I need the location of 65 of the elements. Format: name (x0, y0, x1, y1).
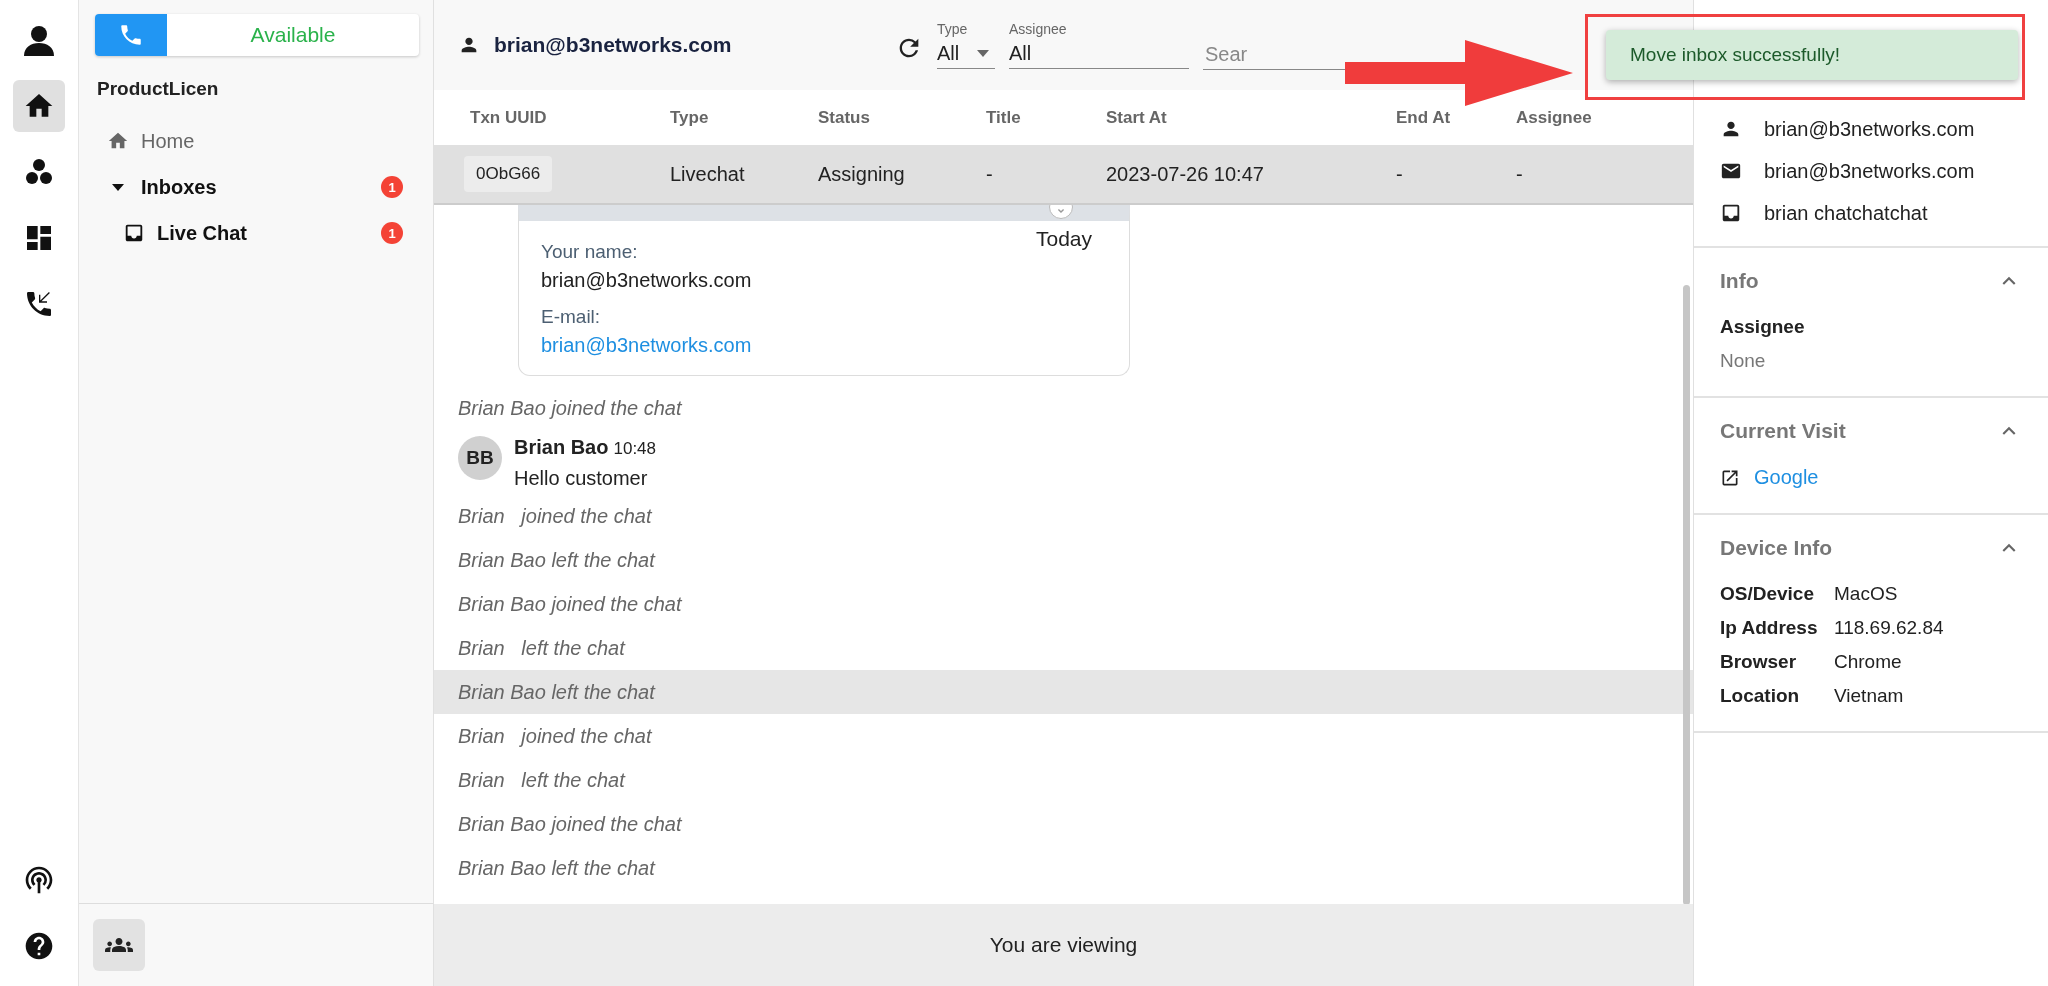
table-cell-text: - (1396, 162, 1404, 186)
table-row[interactable]: 0ObG66 Livechat Assigning - 2023-07-26 10:47 - - (434, 145, 1693, 205)
column-header: Txn UUID (470, 107, 548, 128)
field-value: Chrome (1834, 651, 1903, 673)
user-email: brian@b3networks.com (494, 33, 732, 57)
id-chip: 0ObG66 (464, 156, 553, 192)
count-badge: 1 (381, 222, 403, 244)
filter-label: Assignee (1009, 21, 1068, 37)
circles-icon[interactable] (24, 157, 54, 187)
caret-icon (977, 50, 989, 57)
email-link[interactable]: brian@b3networks.com (541, 334, 752, 357)
nav-item[interactable]: Inboxes 1 (79, 164, 433, 210)
nav-item[interactable]: Home (79, 118, 433, 164)
message-time: 10:48 (613, 439, 656, 458)
field-value: Vietnam (1834, 685, 1905, 707)
field-label: Browser (1720, 651, 1798, 673)
workspace-title: ProductLicen (97, 78, 220, 100)
contact-text: brian chatchatchat (1764, 201, 1928, 225)
field-label: Ip Address (1720, 617, 1819, 639)
table-cell-text: Assigning (818, 162, 906, 186)
phone-icon (118, 22, 144, 48)
form-value: brian@b3networks.com (541, 269, 752, 292)
column-header: Type (670, 107, 710, 128)
field-label: Assignee (1720, 316, 1806, 338)
nav-item[interactable]: Live Chat 1 (79, 210, 433, 256)
column-header: Start At (1106, 107, 1168, 128)
user-avatar-icon[interactable] (22, 23, 56, 57)
section-title: Current Visit (1720, 419, 1846, 443)
help-icon[interactable] (23, 930, 55, 962)
count-badge: 1 (381, 176, 403, 198)
table-cell-text: - (1516, 162, 1524, 186)
section-title: Info (1720, 269, 1759, 293)
team-button[interactable] (93, 919, 145, 971)
table-cell-text: - (986, 162, 994, 186)
field-label: Location (1720, 685, 1801, 707)
field-label: OS/Device (1720, 583, 1815, 605)
filter-field[interactable]: All (1009, 39, 1189, 69)
column-header: Title (986, 107, 1022, 128)
caret-down-icon (112, 183, 124, 191)
inbox-icon (123, 222, 145, 244)
section-title: Device Info (1720, 536, 1833, 560)
antenna-icon[interactable] (23, 864, 55, 896)
field-value: None (1720, 350, 1767, 372)
filter-field[interactable]: All (937, 39, 995, 69)
table-cell-text: 2023-07-26 10:47 (1106, 162, 1265, 186)
filter-label: Type (937, 21, 969, 37)
column-header: Assignee (1516, 107, 1593, 128)
table-cell-text: Livechat (670, 162, 746, 186)
contact-text: brian@b3networks.com (1764, 159, 1975, 183)
scrollbar[interactable] (1683, 285, 1690, 904)
column-header: Status (818, 107, 871, 128)
column-header: End At (1396, 107, 1452, 128)
contact-text: brian@b3networks.com (1764, 117, 1975, 141)
field-value: MacOS (1834, 583, 1899, 605)
form-label: E-mail: (541, 306, 601, 328)
form-label: Your name: (541, 241, 638, 263)
success-toast: Move inbox successfully! (1606, 30, 2018, 80)
author-name: Brian Bao (514, 436, 609, 458)
inbox-icon (1720, 202, 1742, 224)
avatar: BB (458, 436, 502, 480)
field-value: 118.69.62.84 (1834, 617, 1945, 639)
viewing-bar: You are viewing (434, 904, 1693, 986)
event-row: Brian Bao left the chat (434, 670, 1693, 714)
message-text: Hello customer (514, 467, 649, 490)
phone-button[interactable] (95, 14, 167, 56)
